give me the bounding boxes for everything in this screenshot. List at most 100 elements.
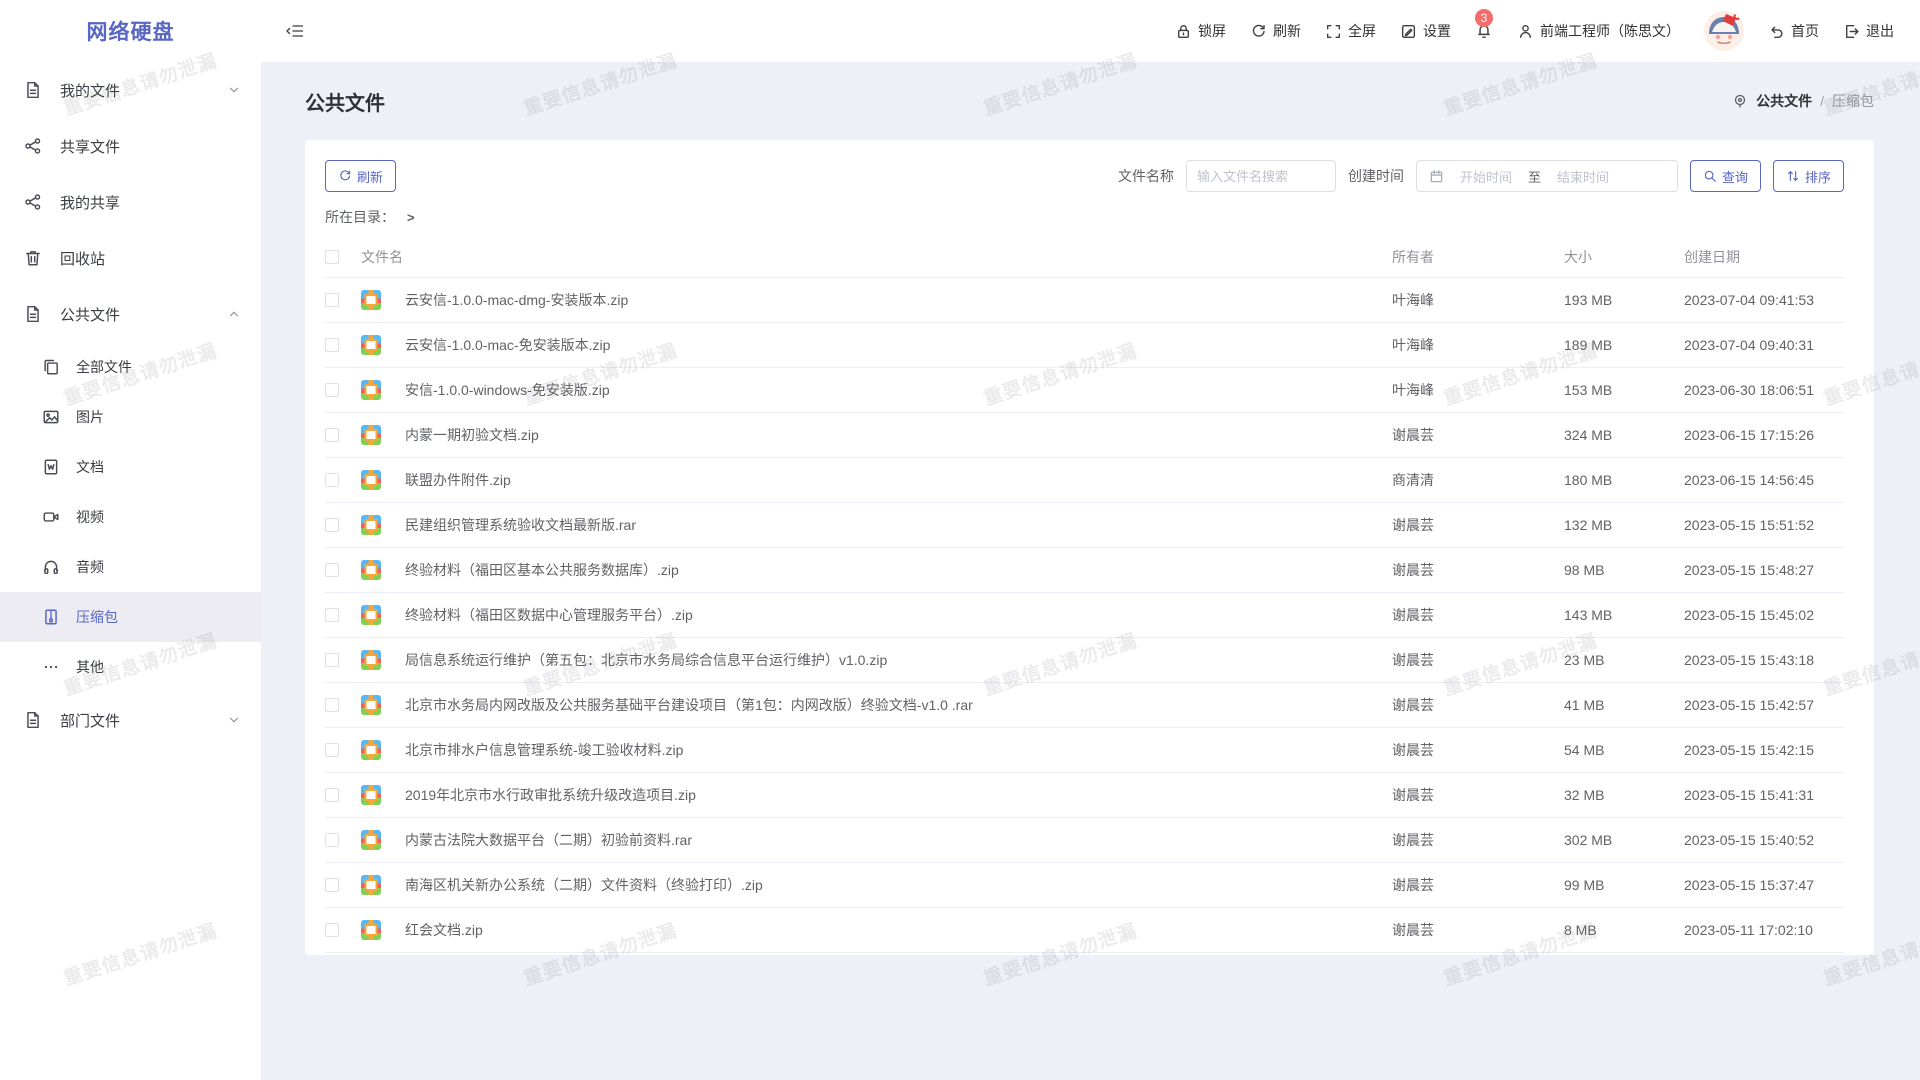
file-owner: 谢晨芸	[1392, 560, 1564, 580]
row-checkbox[interactable]	[325, 788, 339, 802]
user-menu[interactable]: 前端工程师（陈思文）	[1517, 21, 1680, 41]
file-list-card: 刷新 文件名称 创建时间 开始时间 至 结束时间	[305, 140, 1874, 955]
directory-root-arrow[interactable]: >	[407, 210, 415, 225]
chevron-down-icon	[227, 713, 241, 727]
file-table-body: 云安信-1.0.0-mac-dmg-安装版本.zip叶海峰193 MB2023-…	[325, 278, 1844, 953]
table-row[interactable]: 北京市水务局内网改版及公共服务基础平台建设项目（第1包：内网改版）终验文档-v1…	[325, 683, 1844, 728]
row-checkbox[interactable]	[325, 653, 339, 667]
row-checkbox[interactable]	[325, 923, 339, 937]
zip-file-icon	[361, 740, 381, 760]
file-name[interactable]: 2019年北京市水行政审批系统升级改造项目.zip	[391, 785, 1392, 805]
sidebar-item-all-files[interactable]: 全部文件	[0, 342, 261, 392]
settings-button[interactable]: 设置	[1400, 21, 1451, 41]
row-checkbox[interactable]	[325, 428, 339, 442]
topbar-actions: 锁屏 刷新 全屏 设置 3	[1175, 11, 1894, 51]
file-size: 143 MB	[1564, 607, 1684, 623]
file-owner: 商清清	[1392, 470, 1564, 490]
file-owner: 谢晨芸	[1392, 515, 1564, 535]
breadcrumb-root[interactable]: 公共文件	[1756, 91, 1812, 111]
file-name[interactable]: 北京市水务局内网改版及公共服务基础平台建设项目（第1包：内网改版）终验文档-v1…	[391, 695, 1392, 715]
zip-file-icon	[361, 920, 381, 940]
sidebar-item-public-files[interactable]: 公共文件	[0, 286, 261, 342]
sidebar-item-audio[interactable]: 音频	[0, 542, 261, 592]
file-size: 23 MB	[1564, 652, 1684, 668]
file-size: 41 MB	[1564, 697, 1684, 713]
sidebar-item-my-shares[interactable]: 我的共享	[0, 174, 261, 230]
refresh-list-button[interactable]: 刷新	[325, 160, 396, 192]
sidebar-item-archives[interactable]: 压缩包	[0, 592, 261, 642]
table-row[interactable]: 民建组织管理系统验收文档最新版.rar谢晨芸132 MB2023-05-15 1…	[325, 503, 1844, 548]
row-checkbox[interactable]	[325, 563, 339, 577]
file-name[interactable]: 南海区机关新办公系统（二期）文件资料（终验打印）.zip	[391, 875, 1392, 895]
row-checkbox[interactable]	[325, 833, 339, 847]
zip-file-icon	[361, 695, 381, 715]
sidebar-item-my-files[interactable]: 我的文件	[0, 62, 261, 118]
current-directory-label: 所在目录：	[325, 207, 395, 227]
zipdoc-icon	[42, 608, 60, 626]
file-name[interactable]: 局信息系统运行维护（第五包：北京市水务局综合信息平台运行维护）v1.0.zip	[391, 650, 1392, 670]
file-created: 2023-07-04 09:40:31	[1684, 337, 1844, 353]
file-name[interactable]: 内蒙一期初验文档.zip	[391, 425, 1392, 445]
zip-file-icon	[361, 605, 381, 625]
file-name[interactable]: 终验材料（福田区数据中心管理服务平台）.zip	[391, 605, 1392, 625]
file-name[interactable]: 北京市排水户信息管理系统-竣工验收材料.zip	[391, 740, 1392, 760]
refresh-page-button[interactable]: 刷新	[1250, 21, 1301, 41]
table-row[interactable]: 内蒙一期初验文档.zip谢晨芸324 MB2023-06-15 17:15:26	[325, 413, 1844, 458]
row-checkbox[interactable]	[325, 293, 339, 307]
table-row[interactable]: 局信息系统运行维护（第五包：北京市水务局综合信息平台运行维护）v1.0.zip谢…	[325, 638, 1844, 683]
file-name[interactable]: 终验材料（福田区基本公共服务数据库）.zip	[391, 560, 1392, 580]
table-row[interactable]: 终验材料（福田区基本公共服务数据库）.zip谢晨芸98 MB2023-05-15…	[325, 548, 1844, 593]
file-name[interactable]: 民建组织管理系统验收文档最新版.rar	[391, 515, 1392, 535]
filename-search-input[interactable]	[1186, 160, 1336, 192]
table-row[interactable]: 红会文档.zip谢晨芸8 MB2023-05-11 17:02:10	[325, 908, 1844, 953]
table-row[interactable]: 2019年北京市水行政审批系统升级改造项目.zip谢晨芸32 MB2023-05…	[325, 773, 1844, 818]
sidebar-item-recycle-bin[interactable]: 回收站	[0, 230, 261, 286]
sidebar-item-others[interactable]: 其他	[0, 642, 261, 692]
sidebar-item-videos[interactable]: 视频	[0, 492, 261, 542]
user-avatar[interactable]	[1704, 11, 1744, 51]
file-name[interactable]: 红会文档.zip	[391, 920, 1392, 940]
row-checkbox[interactable]	[325, 878, 339, 892]
lock-screen-button[interactable]: 锁屏	[1175, 21, 1226, 41]
file-name[interactable]: 联盟办件附件.zip	[391, 470, 1392, 490]
file-name[interactable]: 内蒙古法院大数据平台（二期）初验前资料.rar	[391, 830, 1392, 850]
notifications-button[interactable]: 3	[1475, 22, 1493, 40]
table-row[interactable]: 云安信-1.0.0-mac-dmg-安装版本.zip叶海峰193 MB2023-…	[325, 278, 1844, 323]
sidebar-item-shared-files[interactable]: 共享文件	[0, 118, 261, 174]
table-row[interactable]: 终验材料（福田区数据中心管理服务平台）.zip谢晨芸143 MB2023-05-…	[325, 593, 1844, 638]
logout-label: 退出	[1866, 21, 1894, 41]
table-row[interactable]: 安信-1.0.0-windows-免安装版.zip叶海峰153 MB2023-0…	[325, 368, 1844, 413]
refresh-list-label: 刷新	[357, 167, 383, 186]
table-row[interactable]: 联盟办件附件.zip商清清180 MB2023-06-15 14:56:45	[325, 458, 1844, 503]
table-row[interactable]: 南海区机关新办公系统（二期）文件资料（终验打印）.zip谢晨芸99 MB2023…	[325, 863, 1844, 908]
home-button[interactable]: 首页	[1768, 21, 1819, 41]
file-owner: 叶海峰	[1392, 380, 1564, 400]
file-created: 2023-05-15 15:41:31	[1684, 787, 1844, 803]
row-checkbox[interactable]	[325, 743, 339, 757]
date-range-picker[interactable]: 开始时间 至 结束时间	[1416, 160, 1678, 192]
row-checkbox[interactable]	[325, 698, 339, 712]
query-button[interactable]: 查询	[1690, 160, 1761, 192]
row-checkbox[interactable]	[325, 473, 339, 487]
trash-icon	[24, 249, 42, 267]
sidebar-item-documents[interactable]: 文档	[0, 442, 261, 492]
select-all-checkbox[interactable]	[325, 250, 339, 264]
share-icon	[24, 193, 42, 211]
table-row[interactable]: 云安信-1.0.0-mac-免安装版本.zip叶海峰189 MB2023-07-…	[325, 323, 1844, 368]
file-name[interactable]: 云安信-1.0.0-mac-免安装版本.zip	[391, 335, 1392, 355]
logout-button[interactable]: 退出	[1843, 21, 1894, 41]
row-checkbox[interactable]	[325, 518, 339, 532]
row-checkbox[interactable]	[325, 608, 339, 622]
sidebar-item-department-files[interactable]: 部门文件	[0, 692, 261, 748]
file-name[interactable]: 安信-1.0.0-windows-免安装版.zip	[391, 380, 1392, 400]
row-checkbox[interactable]	[325, 383, 339, 397]
home-label: 首页	[1791, 21, 1819, 41]
fullscreen-button[interactable]: 全屏	[1325, 21, 1376, 41]
file-name[interactable]: 云安信-1.0.0-mac-dmg-安装版本.zip	[391, 290, 1392, 310]
sort-button[interactable]: 排序	[1773, 160, 1844, 192]
collapse-sidebar-icon[interactable]	[285, 22, 305, 40]
row-checkbox[interactable]	[325, 338, 339, 352]
sidebar-item-images[interactable]: 图片	[0, 392, 261, 442]
table-row[interactable]: 内蒙古法院大数据平台（二期）初验前资料.rar谢晨芸302 MB2023-05-…	[325, 818, 1844, 863]
table-row[interactable]: 北京市排水户信息管理系统-竣工验收材料.zip谢晨芸54 MB2023-05-1…	[325, 728, 1844, 773]
